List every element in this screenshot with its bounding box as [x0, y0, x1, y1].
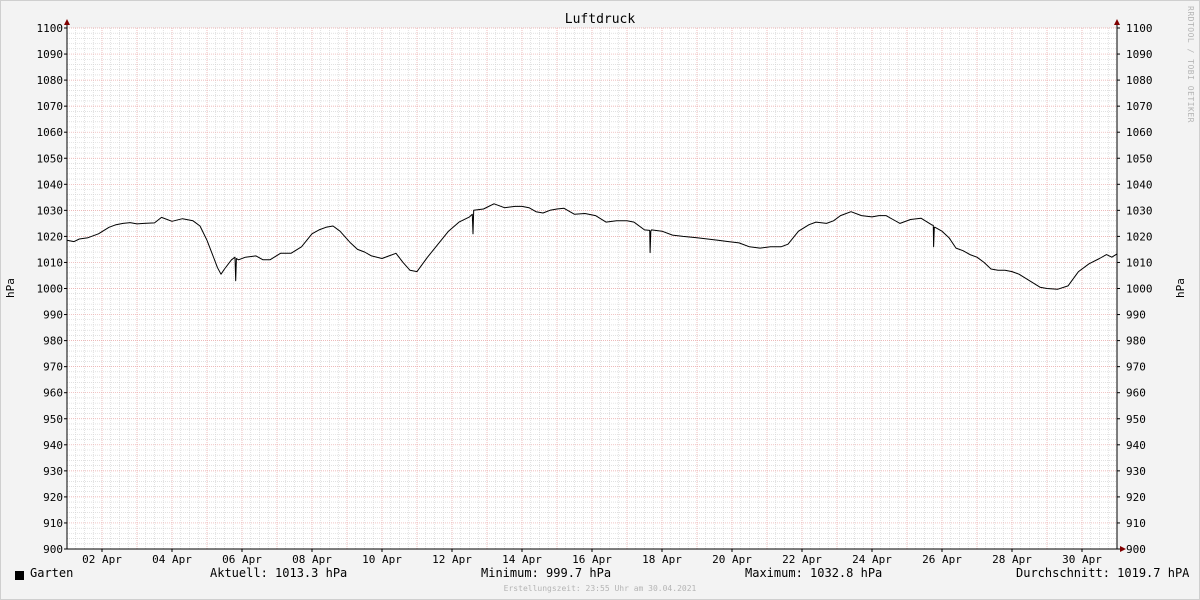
- x-tick-label: 24 Apr: [852, 553, 892, 566]
- y-tick-label-right: 1090: [1126, 48, 1153, 61]
- y-tick-label-right: 1020: [1126, 230, 1153, 243]
- y-tick-label-right: 990: [1126, 309, 1146, 322]
- x-tick-label: 18 Apr: [642, 553, 682, 566]
- legend: Garten Aktuell: 1013.3 hPa Minimum: 999.…: [0, 566, 1200, 586]
- y-tick-label-left: 1020: [37, 230, 64, 243]
- y-tick-label-right: 980: [1126, 335, 1146, 348]
- y-tick-label-right: 970: [1126, 361, 1146, 374]
- y-tick-label-left: 950: [43, 413, 63, 426]
- y-tick-label-right: 940: [1126, 439, 1146, 452]
- y-axis-arrow-left: [64, 19, 70, 25]
- legend-series-name: Garten: [30, 566, 74, 580]
- y-tick-label-right: 910: [1126, 517, 1146, 530]
- legend-maximum-value: Maximum: 1032.8 hPa: [745, 566, 883, 580]
- y-tick-label-left: 970: [43, 361, 63, 374]
- y-tick-label-right: 900: [1126, 543, 1146, 556]
- x-tick-label: 22 Apr: [782, 553, 822, 566]
- x-tick-label: 02 Apr: [82, 553, 122, 566]
- y-tick-label-left: 1100: [37, 22, 64, 35]
- legend-average-value: Durchschnitt: 1019.7 hPA: [1016, 566, 1190, 580]
- y-tick-label-right: 1050: [1126, 152, 1153, 165]
- y-tick-label-left: 1010: [37, 256, 64, 269]
- y-tick-label-right: 1010: [1126, 256, 1153, 269]
- y-tick-label-right: 950: [1126, 413, 1146, 426]
- y-tick-label-left: 1000: [37, 283, 64, 296]
- plot-area: 900 900 910 910 920 920 930 930 940 940 950 950 960 9…: [37, 19, 1153, 566]
- y-tick-label-left: 1070: [37, 100, 64, 113]
- legend-current-value: Aktuell: 1013.3 hPa: [210, 566, 348, 580]
- watermark: RRDTOOL / TOBI OETIKER: [1186, 6, 1195, 123]
- y-tick-label-left: 1030: [37, 204, 64, 217]
- y-tick-label-right: 1070: [1126, 100, 1153, 113]
- x-tick-label: 12 Apr: [432, 553, 472, 566]
- y-tick-label-right: 1040: [1126, 178, 1153, 191]
- x-tick-label: 20 Apr: [712, 553, 752, 566]
- creation-time-footer: Erstellungszeit: 23:55 Uhr am 30.04.2021: [503, 584, 697, 593]
- y-tick-label-left: 990: [43, 309, 63, 322]
- y-tick-label-right: 920: [1126, 491, 1146, 504]
- y-tick-label-right: 960: [1126, 387, 1146, 400]
- chart-title: Luftdruck: [565, 12, 636, 27]
- legend-minimum-value: Minimum: 999.7 hPa: [481, 566, 612, 580]
- y-axis-label-right: hPa: [1174, 278, 1187, 298]
- x-tick-label: 26 Apr: [922, 553, 962, 566]
- x-tick-label: 04 Apr: [152, 553, 192, 566]
- x-tick-label: 16 Apr: [572, 553, 612, 566]
- x-tick-label: 06 Apr: [222, 553, 262, 566]
- y-tick-label-right: 1100: [1126, 22, 1153, 35]
- y-tick-label-left: 1060: [37, 126, 64, 139]
- y-tick-label-left: 910: [43, 517, 63, 530]
- y-tick-label-left: 900: [43, 543, 63, 556]
- y-tick-label-left: 980: [43, 335, 63, 348]
- y-tick-label-right: 1060: [1126, 126, 1153, 139]
- y-tick-label-left: 940: [43, 439, 63, 452]
- x-tick-label: 30 Apr: [1062, 553, 1102, 566]
- x-tick-label: 08 Apr: [292, 553, 332, 566]
- x-tick-label: 28 Apr: [992, 553, 1032, 566]
- x-tick-label: 10 Apr: [362, 553, 402, 566]
- y-axis-arrow-right: [1114, 19, 1120, 25]
- y-tick-label-left: 920: [43, 491, 63, 504]
- x-tick-label: 14 Apr: [502, 553, 542, 566]
- y-tick-label-right: 930: [1126, 465, 1146, 478]
- y-tick-label-left: 960: [43, 387, 63, 400]
- y-tick-label-right: 1000: [1126, 283, 1153, 296]
- y-tick-label-left: 1040: [37, 178, 64, 191]
- y-tick-label-right: 1030: [1126, 204, 1153, 217]
- y-tick-label-left: 930: [43, 465, 63, 478]
- y-tick-label-left: 1090: [37, 48, 64, 61]
- chart-canvas: 900 900 910 910 920 920 930 930 940 940 950 950 960 9…: [4, 12, 1187, 566]
- y-axis-label-left: hPa: [4, 278, 17, 298]
- y-tick-label-left: 1050: [37, 152, 64, 165]
- y-tick-label-right: 1080: [1126, 74, 1153, 87]
- y-tick-label-left: 1080: [37, 74, 64, 87]
